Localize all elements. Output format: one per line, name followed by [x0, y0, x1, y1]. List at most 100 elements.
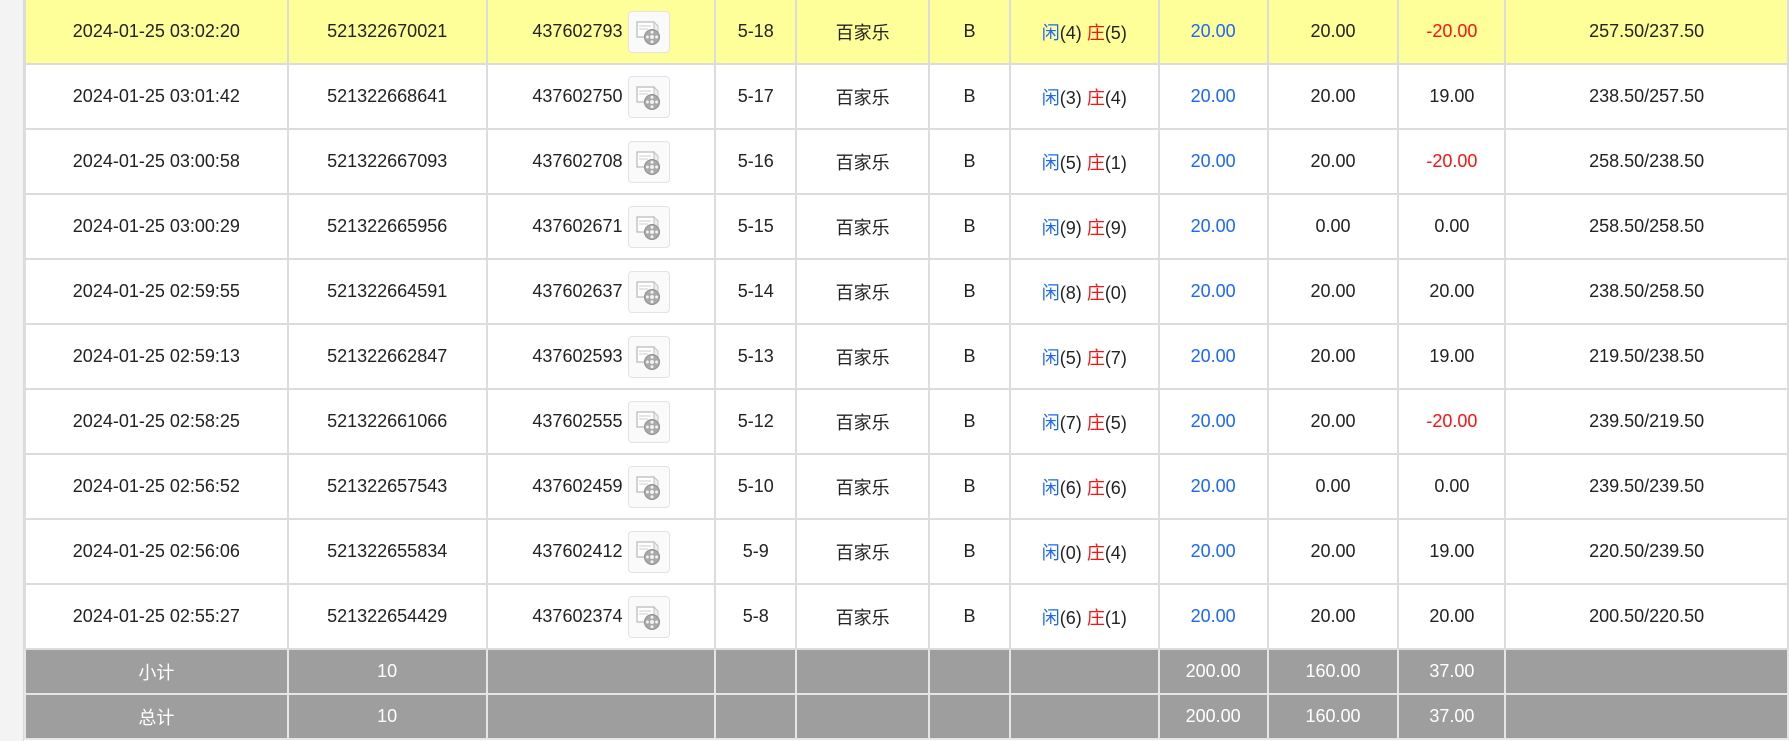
video-replay-icon[interactable]	[627, 205, 670, 248]
round-number: 5-15	[714, 193, 798, 260]
summary-empty	[1008, 648, 1160, 695]
bet-amount: 20.00	[1157, 63, 1269, 130]
player-points: (4)	[1059, 22, 1082, 43]
balance-before-after: 200.50/220.50	[1504, 583, 1789, 650]
summary-win-total: 37.00	[1397, 648, 1507, 695]
banker-label: 庄	[1086, 607, 1105, 628]
bet-time: 2024-01-25 02:59:13	[24, 323, 289, 390]
bet-number: 437602459	[532, 476, 623, 496]
bet-number-cell: 437602593	[485, 323, 717, 390]
bet-number: 437602374	[532, 606, 623, 626]
bet-number-cell: 437602793	[485, 0, 717, 65]
result-cell: 闲(3) 庄(4)	[1008, 63, 1160, 130]
game-name: 百家乐	[795, 323, 931, 390]
bet-number: 437602637	[532, 281, 623, 301]
bet-amount: 20.00	[1157, 583, 1269, 650]
player-points: (5)	[1059, 347, 1082, 368]
banker-label: 庄	[1086, 347, 1105, 368]
bet-time: 2024-01-25 03:02:20	[24, 0, 289, 65]
summary-bet-total: 200.00	[1157, 693, 1269, 740]
video-replay-icon[interactable]	[627, 465, 670, 508]
bet-number: 437602555	[532, 411, 623, 431]
valid-bet-amount: 20.00	[1266, 0, 1400, 65]
order-number: 521322662847	[286, 323, 488, 390]
video-replay-icon[interactable]	[627, 270, 670, 313]
summary-label: 总计	[24, 693, 289, 740]
round-number: 5-8	[714, 583, 798, 650]
win-loss-amount: 20.00	[1397, 258, 1507, 325]
bet-time: 2024-01-25 02:59:55	[24, 258, 289, 325]
valid-bet-amount: 0.00	[1266, 193, 1400, 260]
bet-amount: 20.00	[1157, 258, 1269, 325]
bet-amount: 20.00	[1157, 128, 1269, 195]
table-code: B	[928, 453, 1011, 520]
banker-points: (4)	[1104, 87, 1127, 108]
summary-empty	[1504, 693, 1789, 740]
bet-amount: 20.00	[1157, 193, 1269, 260]
table-row: 2024-01-25 02:59:13 521322662847 4376025…	[24, 323, 1789, 390]
result-cell: 闲(9) 庄(9)	[1008, 193, 1160, 260]
summary-win-total: 37.00	[1397, 693, 1507, 740]
banker-label: 庄	[1086, 542, 1105, 563]
order-number: 521322667093	[286, 128, 488, 195]
round-number: 5-18	[714, 0, 798, 65]
bet-amount: 20.00	[1157, 518, 1269, 585]
bet-number-cell: 437602637	[485, 258, 717, 325]
player-label: 闲	[1041, 22, 1060, 43]
balance-before-after: 258.50/258.50	[1504, 193, 1789, 260]
table-row: 2024-01-25 02:58:25 521322661066 4376025…	[24, 388, 1789, 455]
table-code: B	[928, 0, 1011, 65]
summary-label: 小计	[24, 648, 289, 695]
player-label: 闲	[1041, 477, 1060, 498]
bet-number: 437602412	[532, 541, 623, 561]
bet-number-cell: 437602555	[485, 388, 717, 455]
valid-bet-amount: 20.00	[1266, 518, 1400, 585]
player-points: (9)	[1059, 217, 1082, 238]
round-number: 5-9	[714, 518, 798, 585]
summary-valid-total: 160.00	[1266, 693, 1400, 740]
valid-bet-amount: 20.00	[1266, 258, 1400, 325]
order-number: 521322665956	[286, 193, 488, 260]
summary-empty	[1008, 693, 1160, 740]
page-left-border	[0, 0, 24, 741]
video-replay-icon[interactable]	[627, 75, 670, 118]
summary-empty	[485, 693, 717, 740]
bet-time: 2024-01-25 03:01:42	[24, 63, 289, 130]
banker-points: (7)	[1104, 347, 1127, 368]
banker-points: (4)	[1104, 542, 1127, 563]
player-points: (8)	[1059, 282, 1082, 303]
video-replay-icon[interactable]	[627, 530, 670, 573]
summary-bet-total: 200.00	[1157, 648, 1269, 695]
game-name: 百家乐	[795, 518, 931, 585]
table-code: B	[928, 193, 1011, 260]
bet-number: 437602793	[532, 21, 623, 41]
result-cell: 闲(4) 庄(5)	[1008, 0, 1160, 65]
video-replay-icon[interactable]	[627, 400, 670, 443]
summary-count: 10	[286, 693, 488, 740]
bet-time: 2024-01-25 02:55:27	[24, 583, 289, 650]
table-code: B	[928, 323, 1011, 390]
result-cell: 闲(5) 庄(1)	[1008, 128, 1160, 195]
table-code: B	[928, 388, 1011, 455]
bet-time: 2024-01-25 03:00:29	[24, 193, 289, 260]
valid-bet-amount: 20.00	[1266, 128, 1400, 195]
banker-label: 庄	[1086, 282, 1105, 303]
win-loss-amount: -20.00	[1397, 388, 1507, 455]
balance-before-after: 238.50/257.50	[1504, 63, 1789, 130]
video-replay-icon[interactable]	[627, 335, 670, 378]
balance-before-after: 238.50/258.50	[1504, 258, 1789, 325]
game-name: 百家乐	[795, 193, 931, 260]
win-loss-amount: -20.00	[1397, 128, 1507, 195]
table-row: 2024-01-25 03:02:20 521322670021 4376027…	[24, 0, 1789, 65]
player-points: (5)	[1059, 152, 1082, 173]
video-replay-icon[interactable]	[627, 595, 670, 638]
summary-count: 10	[286, 648, 488, 695]
player-label: 闲	[1041, 542, 1060, 563]
banker-label: 庄	[1086, 412, 1105, 433]
result-cell: 闲(8) 庄(0)	[1008, 258, 1160, 325]
round-number: 5-17	[714, 63, 798, 130]
video-replay-icon[interactable]	[627, 140, 670, 183]
player-label: 闲	[1041, 87, 1060, 108]
bet-amount: 20.00	[1157, 388, 1269, 455]
video-replay-icon[interactable]	[627, 10, 670, 53]
